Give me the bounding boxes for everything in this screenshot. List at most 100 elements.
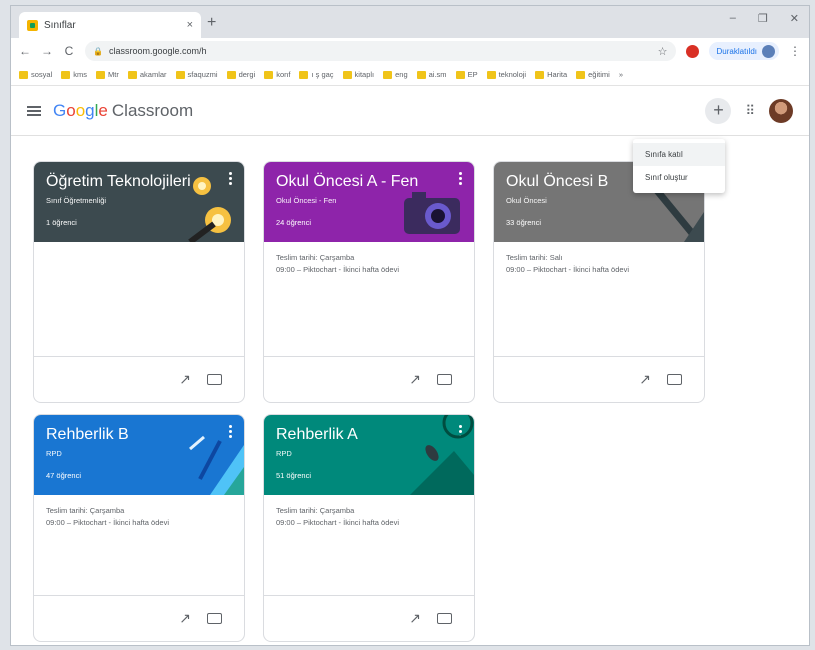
bookmark-item[interactable]: eğitimi: [576, 70, 610, 79]
class-card[interactable]: Rehberlik A RPD 51 öğrenci Teslim tarihi…: [263, 414, 475, 642]
class-card[interactable]: Okul Öncesi B Okul Öncesi 33 öğrenci Tes…: [493, 161, 705, 403]
gradebook-trend-icon[interactable]: ↗: [409, 371, 421, 388]
projector-illustration-icon: [188, 177, 231, 242]
join-class-item[interactable]: Sınıfa katıl: [633, 143, 725, 166]
profile-avatar: [762, 44, 775, 58]
bookmark-label: akamlar: [139, 70, 167, 79]
minimize-button[interactable]: –: [730, 12, 736, 25]
due-date: Teslim tarihi: Çarşamba: [276, 506, 355, 515]
bookmark-label: eğitimi: [588, 70, 610, 79]
class-card-banner[interactable]: Rehberlik B RPD 47 öğrenci: [34, 415, 244, 495]
assignment-link[interactable]: 09:00 – Piktochart - İkinci hafta ödevi: [506, 264, 692, 276]
drive-folder-icon[interactable]: [667, 374, 682, 385]
main-menu-icon[interactable]: [27, 105, 41, 116]
tab-strip: Sınıflar × + – ❐ ✕: [11, 6, 809, 38]
forward-icon[interactable]: →: [41, 44, 53, 58]
maximize-button[interactable]: ❐: [758, 12, 768, 25]
class-card[interactable]: Okul Öncesi A - Fen Okul Öncesi - Fen 24…: [263, 161, 475, 403]
class-card[interactable]: Rehberlik B RPD 47 öğrenci Teslim tarihi…: [33, 414, 245, 642]
adblock-icon[interactable]: [685, 44, 699, 58]
bookmark-item[interactable]: eng: [383, 70, 408, 79]
add-class-button[interactable]: +: [705, 97, 732, 124]
bookmark-label: kms: [73, 70, 88, 79]
card-footer: ↗: [34, 595, 244, 641]
address-bar[interactable]: 🔒 classroom.google.com/h ☆: [85, 41, 676, 61]
drive-folder-icon[interactable]: [207, 374, 222, 385]
gradebook-trend-icon[interactable]: ↗: [639, 371, 651, 388]
bookmark-star-icon[interactable]: ☆: [658, 45, 668, 58]
bookmark-item[interactable]: konf: [264, 70, 290, 79]
reload-icon[interactable]: C: [63, 44, 75, 58]
bookmark-folder-icon: [455, 70, 465, 79]
bookmark-item[interactable]: ı ş gaç: [299, 70, 334, 79]
bookmark-label: Harita: [547, 70, 568, 79]
bookmark-item[interactable]: dergi: [226, 70, 256, 79]
bookmark-label: ai.sm: [428, 70, 447, 79]
gradebook-trend-icon[interactable]: ↗: [179, 610, 191, 627]
class-card-banner[interactable]: Okul Öncesi A - Fen Okul Öncesi - Fen 24…: [264, 162, 474, 242]
new-tab-button[interactable]: +: [207, 14, 216, 32]
assignment-link[interactable]: 09:00 – Piktochart - İkinci hafta ödevi: [276, 517, 462, 529]
bookmark-folder-icon: [96, 70, 106, 79]
add-class-menu: Sınıfa katıl Sınıf oluştur: [633, 139, 725, 193]
bookmark-item[interactable]: kitaplı: [342, 70, 374, 79]
pen-illustration-icon: [189, 435, 244, 495]
bookmark-label: teknoloji: [498, 70, 527, 79]
bookmark-item[interactable]: EP: [455, 70, 478, 79]
bookmark-label: dergi: [238, 70, 256, 79]
due-date: Teslim tarihi: Salı: [506, 253, 563, 262]
profile-button[interactable]: Duraklatıldı: [708, 42, 779, 60]
camera-illustration-icon: [404, 192, 460, 234]
bookmark-label: ı ş gaç: [311, 70, 334, 79]
assignment-link[interactable]: 09:00 – Piktochart - İkinci hafta ödevi: [46, 517, 232, 529]
bookmark-folder-icon: [226, 70, 236, 79]
bookmark-folder-icon: [342, 70, 352, 79]
browser-menu-icon[interactable]: ⋮: [789, 44, 801, 58]
bookmark-folder-icon: [127, 70, 137, 79]
drive-folder-icon[interactable]: [437, 613, 452, 624]
back-icon[interactable]: ←: [19, 44, 31, 58]
card-footer: ↗: [264, 356, 474, 402]
assignment-link[interactable]: 09:00 – Piktochart - İkinci hafta ödevi: [276, 264, 462, 276]
card-body: Teslim tarihi: Çarşamba 09:00 – Piktocha…: [264, 242, 474, 345]
bookmark-item[interactable]: Harita: [535, 70, 567, 79]
card-body: Teslim tarihi: Çarşamba 09:00 – Piktocha…: [34, 495, 244, 585]
bookmark-item[interactable]: teknoloji: [486, 70, 527, 79]
account-avatar[interactable]: [769, 98, 793, 123]
bookmark-item[interactable]: Mtr: [96, 70, 119, 79]
create-class-item[interactable]: Sınıf oluştur: [633, 166, 725, 189]
gradebook-trend-icon[interactable]: ↗: [179, 371, 191, 388]
class-card-banner[interactable]: Rehberlik A RPD 51 öğrenci: [264, 415, 474, 495]
classroom-favicon-icon: [27, 19, 38, 31]
bookmark-item[interactable]: sosyal: [19, 70, 52, 79]
due-date: Teslim tarihi: Çarşamba: [46, 506, 125, 515]
profile-label: Duraklatıldı: [716, 46, 757, 56]
bookmark-label: Mtr: [108, 70, 119, 79]
bookmark-item[interactable]: kms: [61, 70, 87, 79]
bookmark-folder-icon: [576, 70, 586, 79]
plant-illustration-icon: [410, 415, 474, 495]
lock-icon: 🔒: [93, 46, 103, 56]
drive-folder-icon[interactable]: [437, 374, 452, 385]
classroom-logo[interactable]: Google Classroom: [53, 101, 193, 121]
bookmark-folder-icon: [175, 70, 185, 79]
bookmark-item[interactable]: sfaquzmi: [175, 70, 218, 79]
class-card-banner[interactable]: Öğretim Teknolojileri Sınıf Öğretmenliği…: [34, 162, 244, 242]
url-text: classroom.google.com/h: [108, 46, 207, 56]
bookmark-item[interactable]: akamlar: [127, 70, 167, 79]
close-window-button[interactable]: ✕: [790, 12, 799, 25]
student-count: 33 öğrenci: [506, 218, 542, 227]
google-apps-icon[interactable]: ⠿: [745, 103, 755, 119]
bookmark-folder-icon: [383, 70, 393, 79]
card-body: [34, 242, 244, 345]
tab-close-icon[interactable]: ×: [187, 19, 193, 31]
drive-folder-icon[interactable]: [207, 613, 222, 624]
bookmarks-overflow-icon[interactable]: »: [619, 70, 623, 79]
bookmark-item[interactable]: ai.sm: [416, 70, 447, 79]
gradebook-trend-icon[interactable]: ↗: [409, 610, 421, 627]
class-card[interactable]: Öğretim Teknolojileri Sınıf Öğretmenliği…: [33, 161, 245, 403]
bookmark-label: EP: [467, 70, 478, 79]
card-footer: ↗: [34, 356, 244, 402]
window-controls: – ❐ ✕: [730, 12, 799, 25]
browser-tab[interactable]: Sınıflar ×: [19, 12, 201, 38]
